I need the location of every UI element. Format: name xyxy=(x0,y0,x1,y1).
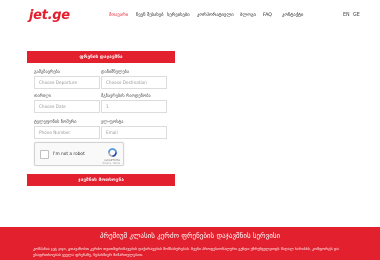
nav-corporate[interactable]: კორპორატიული xyxy=(197,13,234,18)
recaptcha-text: I'm not a robot xyxy=(53,152,85,157)
recaptcha-checkbox[interactable] xyxy=(40,150,49,159)
site-header: jet.ge მთავარი ჩვენ შესახებ სერვისები კო… xyxy=(0,0,380,34)
email-input[interactable]: Email xyxy=(101,126,167,139)
logo[interactable]: jet.ge xyxy=(29,8,70,23)
phone-input[interactable]: Phone Number xyxy=(34,126,100,139)
promo-banner: პრემიუმ კლასის კერძო ფრენების დაჯავშნის … xyxy=(0,227,380,260)
nav-faq[interactable]: FAQ xyxy=(263,13,272,18)
nav-services[interactable]: სერვისები xyxy=(167,13,190,18)
recaptcha-links[interactable]: Privacy - Terms xyxy=(103,162,120,165)
submit-button[interactable]: ჯავშნის მოთხოვნა xyxy=(27,174,175,186)
date-input[interactable]: Choose Date xyxy=(34,100,100,113)
booking-form-title: ფრენის დაჯავშნა xyxy=(27,51,175,63)
departure-label: გამგზავრება xyxy=(34,70,60,75)
destination-input[interactable]: Choose Destination xyxy=(101,76,167,89)
phone-label: ტელეფონის ნომერი xyxy=(34,120,77,125)
recaptcha-logo-icon xyxy=(108,148,117,157)
nav-about[interactable]: ჩვენ შესახებ xyxy=(136,13,164,18)
banner-title: პრემიუმ კლასის კერძო ფრენების დაჯავშნის … xyxy=(99,232,281,240)
destination-label: დანიშნულება xyxy=(101,70,130,75)
lang-en[interactable]: EN xyxy=(343,13,350,18)
date-label: თარიღი xyxy=(34,94,51,99)
email-label: ელ-ფოსტა xyxy=(101,120,124,125)
banner-text: კომპანია ჯეტ ჯიჯი, გთავაზობთ კერძო თვითმ… xyxy=(33,246,339,257)
nav-home[interactable]: მთავარი xyxy=(109,13,128,18)
nav-contact[interactable]: კონტაქტი xyxy=(282,13,303,18)
passengers-label: მგზავრების რაოდენობა xyxy=(101,94,151,99)
nav-blog[interactable]: ბლოგი xyxy=(240,13,256,18)
departure-input[interactable]: Choose Departure xyxy=(34,76,100,89)
passengers-input[interactable]: 1 xyxy=(101,100,167,113)
lang-ge[interactable]: GE xyxy=(353,13,360,18)
recaptcha-widget: I'm not a robot reCAPTCHA Privacy - Term… xyxy=(34,142,124,166)
